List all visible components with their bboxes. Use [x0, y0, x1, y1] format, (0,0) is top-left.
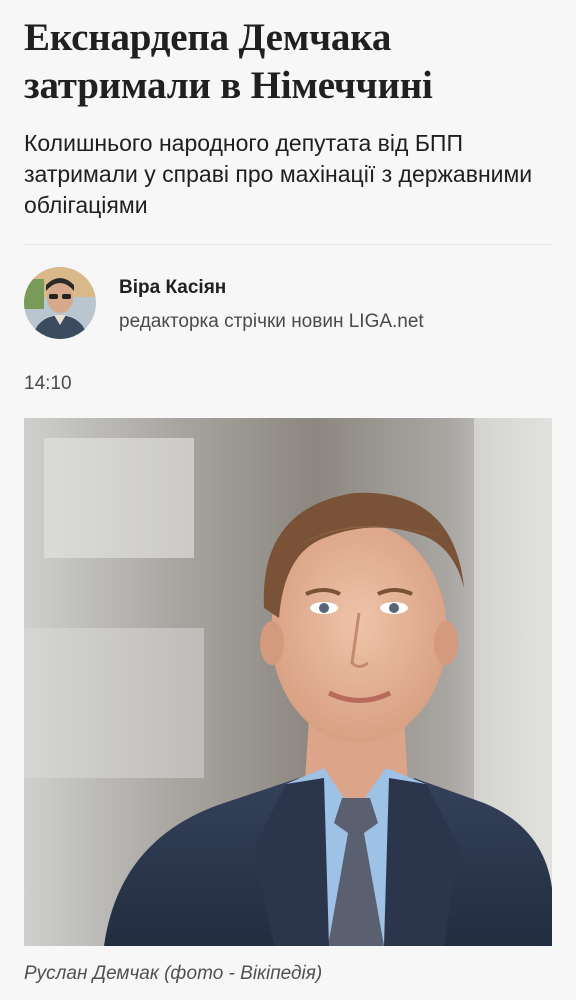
author-block: Віра Касіян редакторка стрічки новин LIG…	[24, 267, 552, 363]
photo-caption: Руслан Демчак (фото - Вікіпедія)	[24, 963, 323, 984]
article-lead: Колишнього народного депутата від БПП за…	[24, 130, 533, 218]
divider	[24, 244, 552, 245]
author-avatar[interactable]	[24, 267, 96, 339]
publish-time: 14:10	[24, 373, 72, 394]
author-role: редакторка стрічки новин LIGA.net	[119, 311, 424, 332]
article: Екснардепа Демчака затримали в Німеччині…	[24, 0, 552, 363]
article-photo	[24, 418, 552, 946]
author-name[interactable]: Віра Касіян	[119, 277, 226, 299]
article-headline: Екснардепа Демчака затримали в Німеччині	[24, 16, 433, 107]
